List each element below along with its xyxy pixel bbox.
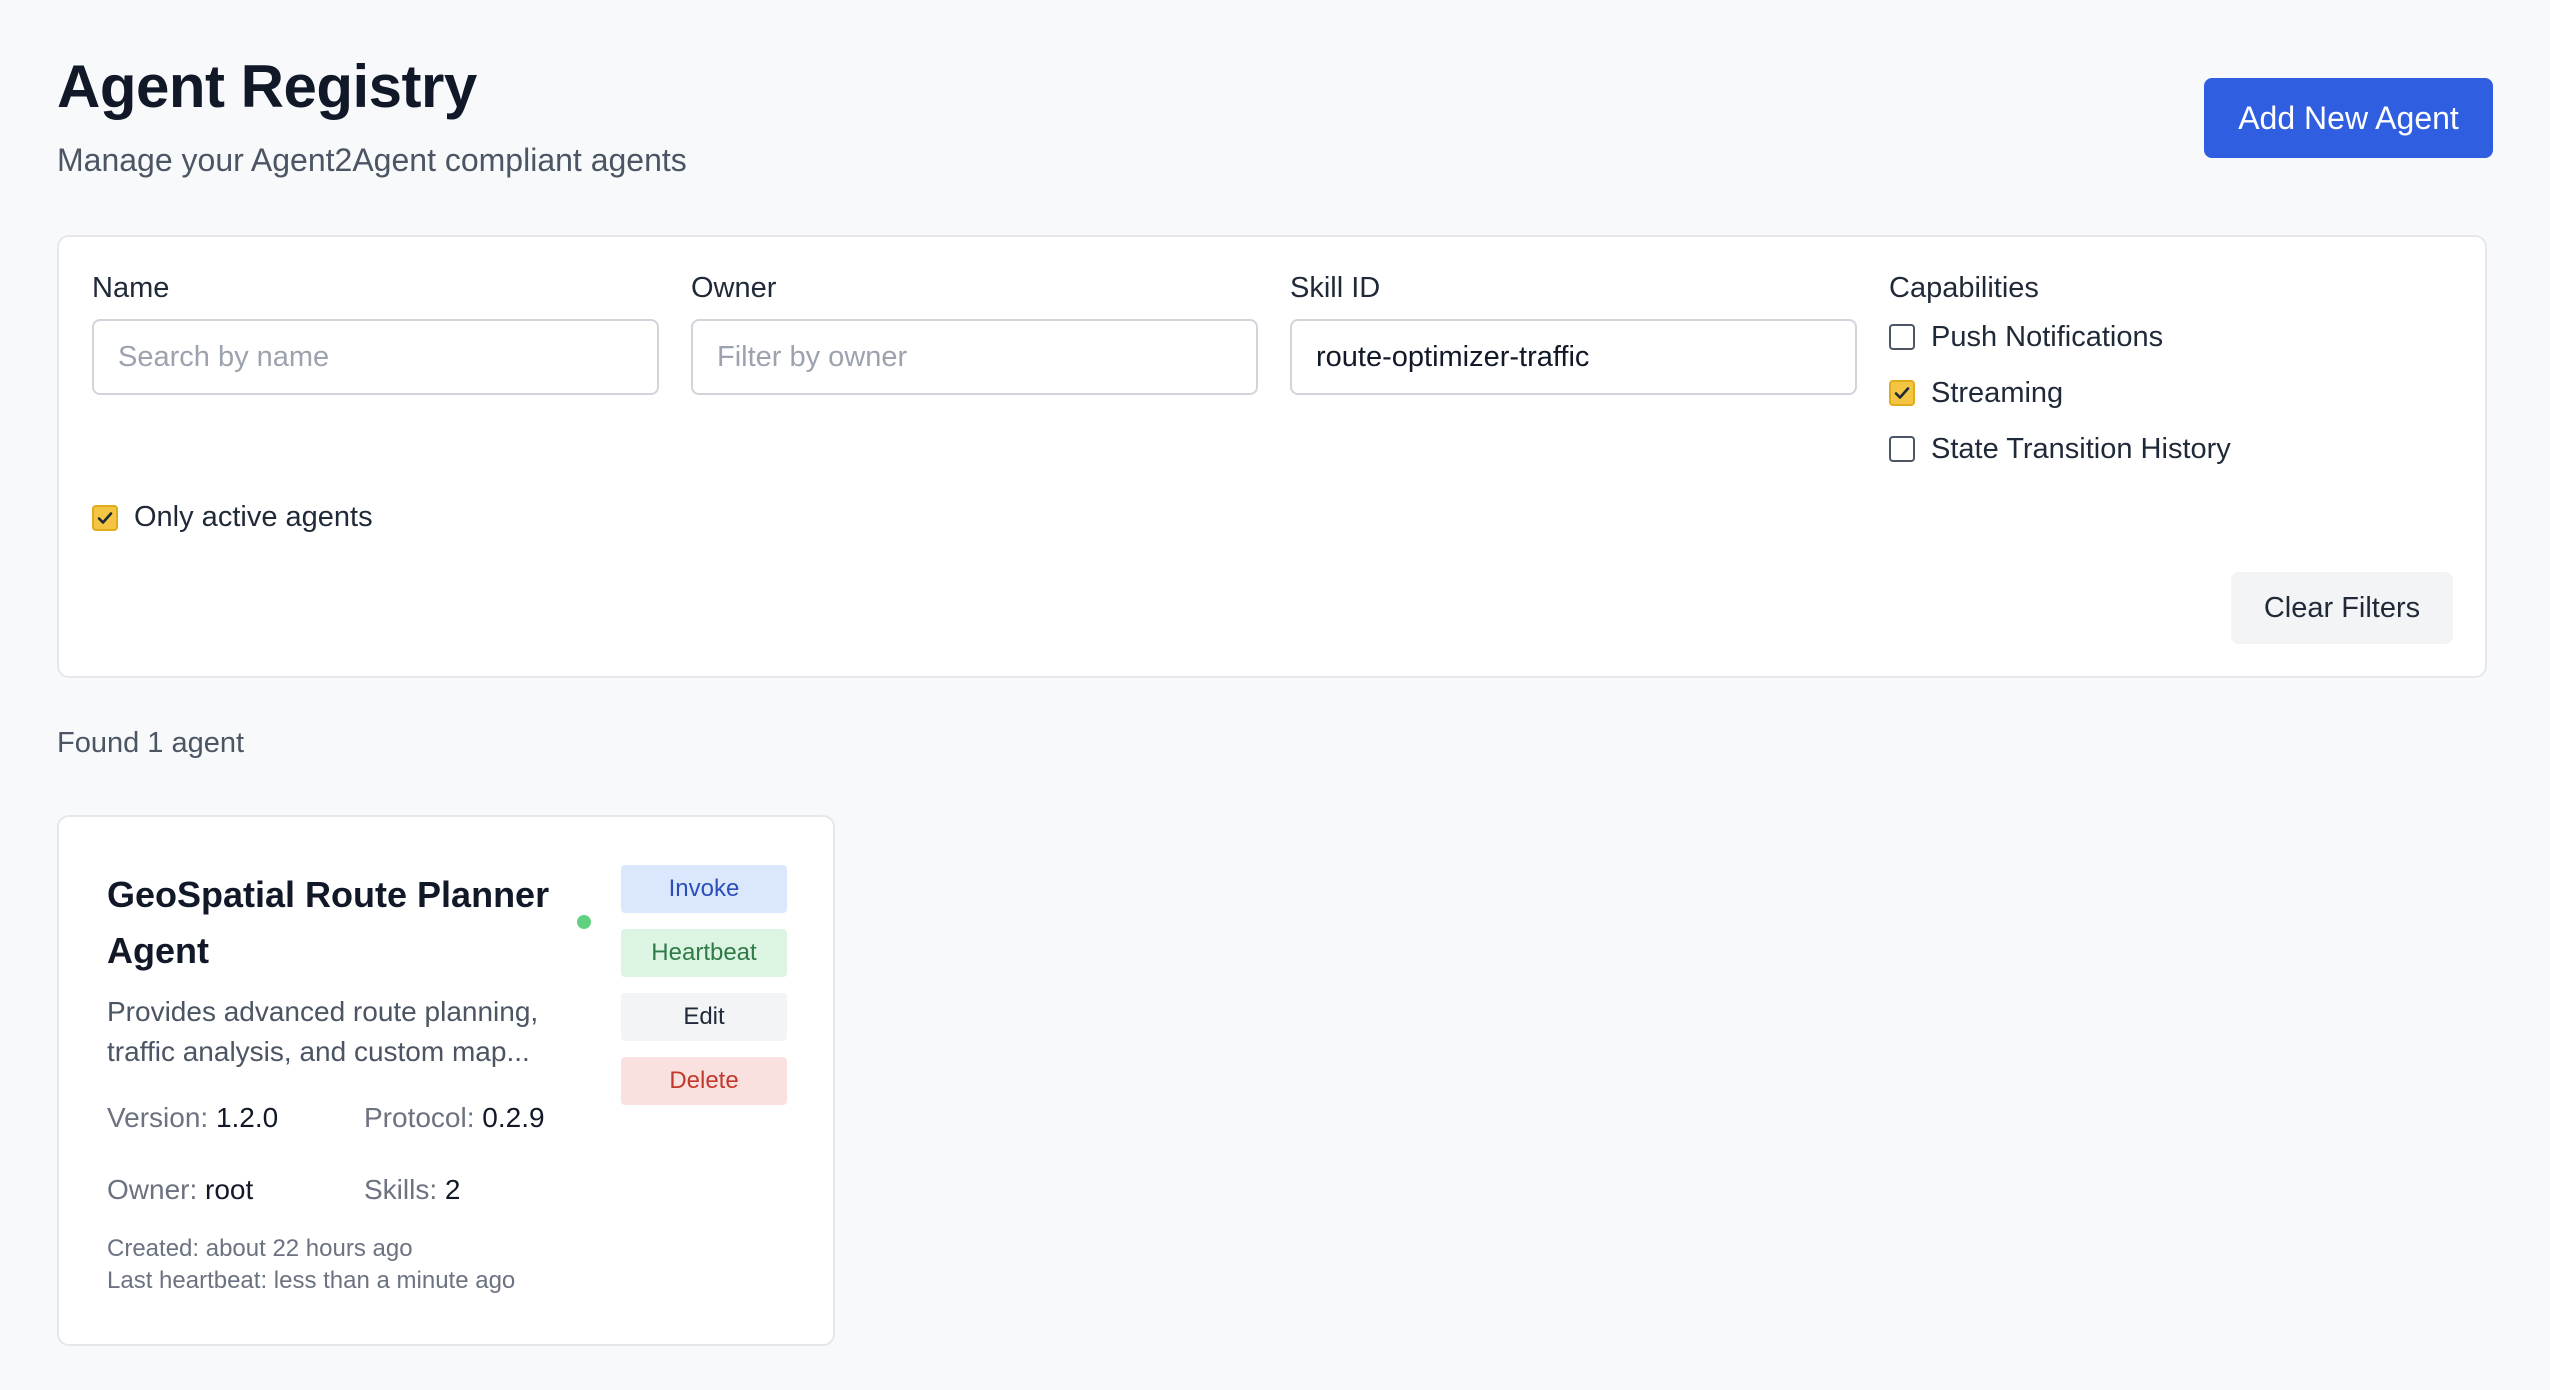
protocol-value: 0.2.9 [482, 1102, 545, 1133]
streaming-label: Streaming [1931, 376, 2064, 409]
agent-owner: Owner: root [107, 1173, 253, 1207]
page-header: Agent Registry Manage your Agent2Agent c… [57, 52, 2493, 232]
name-search-input[interactable] [92, 319, 659, 395]
agent-description: Provides advanced route planning, traffi… [107, 996, 539, 1067]
skill-id-input[interactable] [1290, 319, 1857, 395]
agent-version: Version: 1.2.0 [107, 1101, 278, 1135]
page-title: Agent Registry [57, 53, 477, 120]
state-transition-history-label: State Transition History [1931, 432, 2231, 465]
invoke-button[interactable]: Invoke [621, 865, 787, 913]
delete-button[interactable]: Delete [621, 1057, 787, 1105]
agent-status-indicator [577, 915, 591, 929]
checkmark-icon [97, 511, 113, 524]
capabilities-label: Capabilities [1889, 272, 2039, 304]
page-subtitle: Manage your Agent2Agent compliant agents [57, 142, 687, 178]
agent-name: GeoSpatial Route Planner Agent [107, 874, 550, 971]
only-active-agents-toggle[interactable]: Only active agents [92, 501, 373, 534]
owner-filter-label: Owner [691, 272, 777, 304]
edit-button[interactable]: Edit [621, 993, 787, 1041]
skills-value: 2 [444, 1174, 461, 1205]
skill-id-filter-label: Skill ID [1290, 272, 1381, 304]
capability-streaming[interactable]: Streaming [1889, 373, 2231, 413]
capabilities-filter: Capabilities Push Notifications Streamin… [1889, 271, 2231, 469]
skills-label: Skills: [364, 1174, 438, 1205]
capability-state-transition-history[interactable]: State Transition History [1889, 429, 2231, 469]
push-notifications-label: Push Notifications [1931, 320, 2164, 353]
results-count: Found 1 agent [57, 727, 245, 759]
filter-panel: Name Owner Skill ID Capabilities Push No… [57, 235, 2487, 678]
state-transition-history-checkbox[interactable] [1889, 436, 1915, 462]
name-filter-label: Name [92, 272, 170, 304]
heartbeat-button[interactable]: Heartbeat [621, 929, 787, 977]
owner-filter-input[interactable] [691, 319, 1258, 395]
agent-skills: Skills: 2 [364, 1173, 460, 1207]
clear-filters-button[interactable]: Clear Filters [2231, 572, 2453, 644]
checkmark-icon [1894, 387, 1910, 399]
owner-filter: Owner [691, 271, 1258, 395]
capability-push-notifications[interactable]: Push Notifications [1889, 317, 2231, 357]
version-value: 1.2.0 [215, 1102, 279, 1133]
created-timestamp: Created: about 22 hours ago [107, 1235, 413, 1262]
agent-timestamps: Created: about 22 hours ago Last heartbe… [107, 1233, 515, 1297]
agent-card: GeoSpatial Route Planner Agent Provides … [57, 815, 835, 1346]
last-heartbeat-timestamp: Last heartbeat: less than a minute ago [107, 1267, 516, 1294]
only-active-agents-checkbox[interactable] [92, 504, 118, 531]
push-notifications-checkbox[interactable] [1889, 324, 1915, 350]
protocol-label: Protocol: [364, 1102, 475, 1133]
skill-id-filter: Skill ID [1290, 271, 1857, 395]
owner-label: Owner: [107, 1174, 198, 1205]
only-active-agents-label: Only active agents [134, 501, 373, 533]
add-new-agent-button[interactable]: Add New Agent [2204, 78, 2493, 158]
streaming-checkbox[interactable] [1889, 380, 1915, 406]
owner-value: root [205, 1174, 254, 1205]
agent-actions: Invoke Heartbeat Edit Delete [621, 865, 787, 1121]
name-filter: Name [92, 271, 659, 395]
version-label: Version: [107, 1102, 209, 1133]
agent-protocol: Protocol: 0.2.9 [364, 1101, 545, 1135]
